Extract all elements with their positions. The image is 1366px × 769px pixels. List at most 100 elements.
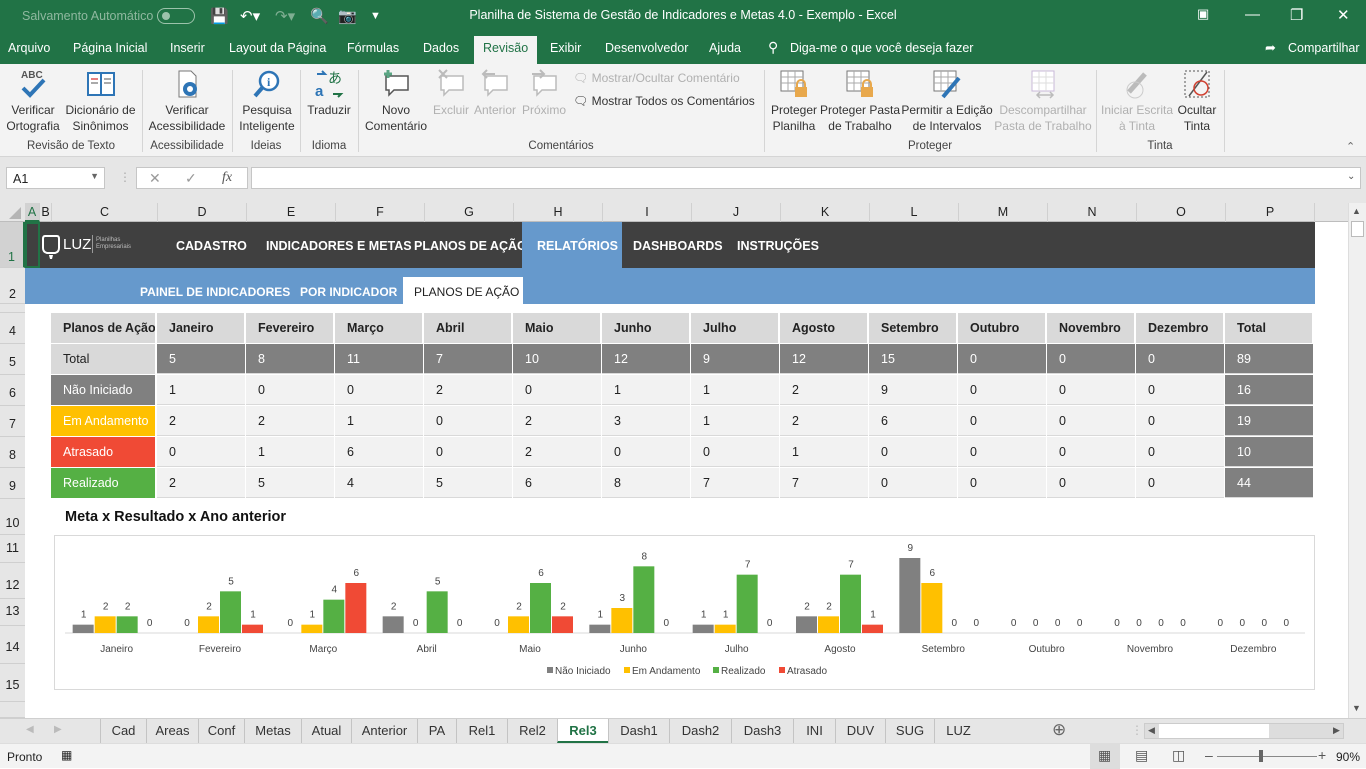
scroll-up-icon[interactable]: ▲ <box>1352 206 1361 216</box>
row-header-7[interactable]: 7 <box>0 406 25 437</box>
expand-formula-bar-icon[interactable]: ⌄ <box>1347 171 1355 182</box>
tab-dados[interactable]: Dados <box>423 41 459 55</box>
row-header-10[interactable]: 10 <box>0 499 25 535</box>
zoom-in-icon[interactable]: + <box>1318 747 1326 763</box>
scroll-right-icon[interactable]: ▶ <box>1333 725 1340 736</box>
spelling-button[interactable]: ABC Verificar Ortografia <box>5 68 61 134</box>
nav-instrucoes[interactable]: INSTRUÇÕES <box>737 239 819 253</box>
col-header-E[interactable]: E <box>247 203 336 222</box>
previous-comment-button[interactable]: Anterior <box>472 68 518 118</box>
nav-planos-acao[interactable]: PLANOS DE AÇÃO <box>414 239 527 253</box>
row-header-13[interactable]: 13 <box>0 599 25 626</box>
col-header-O[interactable]: O <box>1137 203 1226 222</box>
row-header-12[interactable]: 12 <box>0 563 25 599</box>
subnav-planos-acao[interactable]: PLANOS DE AÇÃO <box>414 285 519 299</box>
col-header-J[interactable]: J <box>692 203 781 222</box>
tab-inserir[interactable]: Inserir <box>170 41 205 55</box>
delete-comment-button[interactable]: Excluir <box>432 68 470 118</box>
protect-sheet-button[interactable]: Proteger Planilha <box>768 68 820 134</box>
sheet-tab-conf[interactable]: Conf <box>198 719 244 743</box>
restore-icon[interactable]: ❐ <box>1290 6 1303 24</box>
horizontal-scroll-thumb[interactable] <box>1159 724 1269 738</box>
tab-revisao[interactable]: Revisão <box>474 36 538 64</box>
nav-indicadores-metas[interactable]: INDICADORES E METAS <box>266 239 412 253</box>
nav-dashboards[interactable]: DASHBOARDS <box>633 239 723 253</box>
sheet-tab-duv[interactable]: DUV <box>835 719 885 743</box>
zoom-level[interactable]: 90% <box>1336 750 1360 764</box>
tell-me-search[interactable]: Diga-me o que você deseja fazer <box>790 41 973 55</box>
scroll-left-icon[interactable]: ◀ <box>1148 725 1155 736</box>
tab-ajuda[interactable]: Ajuda <box>709 41 741 55</box>
unshare-workbook-button[interactable]: Descompartilhar Pasta de Trabalho <box>994 68 1092 134</box>
next-sheet-icon[interactable]: ▶ <box>54 724 62 735</box>
macro-recording-icon[interactable]: ▦ <box>61 748 72 762</box>
next-comment-button[interactable]: Próximo <box>520 68 568 118</box>
col-header-C[interactable]: C <box>52 203 158 222</box>
add-sheet-icon[interactable]: ⊕ <box>1052 720 1066 740</box>
name-box-dropdown-icon[interactable]: ▼ <box>90 171 99 181</box>
row-header-4[interactable]: 4 <box>0 313 25 344</box>
normal-view-button[interactable]: ▦ <box>1090 744 1120 769</box>
zoom-out-icon[interactable]: – <box>1205 747 1213 763</box>
sheet-tab-ini[interactable]: INI <box>793 719 835 743</box>
sheet-tab-rel3[interactable]: Rel3 <box>557 719 608 743</box>
col-header-M[interactable]: M <box>959 203 1048 222</box>
hide-ink-button[interactable]: Ocultar Tinta <box>1174 68 1220 134</box>
sheet-tab-luz[interactable]: LUZ <box>934 719 982 743</box>
row-header-11[interactable]: 11 <box>0 535 25 563</box>
protect-workbook-button[interactable]: Proteger Pasta de Trabalho <box>820 68 900 134</box>
row-header-2[interactable]: 2 <box>0 268 25 304</box>
horizontal-scrollbar[interactable]: ◀ ▶ <box>1144 723 1344 739</box>
tab-pagina-inicial[interactable]: Página Inicial <box>73 41 147 55</box>
check-accessibility-button[interactable]: Verificar Acessibilidade <box>146 68 228 134</box>
col-header-P[interactable]: P <box>1226 203 1315 222</box>
prev-sheet-icon[interactable]: ◀ <box>26 724 34 735</box>
subnav-por-indicador[interactable]: POR INDICADOR <box>300 285 397 299</box>
sheet-tab-dash1[interactable]: Dash1 <box>608 719 669 743</box>
name-box[interactable]: A1 ▼ <box>6 167 105 189</box>
nav-cadastro[interactable]: CADASTRO <box>176 239 247 253</box>
sheet-tab-pa[interactable]: PA <box>417 719 456 743</box>
sheet-tab-rel1[interactable]: Rel1 <box>456 719 507 743</box>
sheet-tab-rel2[interactable]: Rel2 <box>507 719 557 743</box>
tab-desenvolvedor[interactable]: Desenvolvedor <box>605 41 688 55</box>
nav-relatorios[interactable]: RELATÓRIOS <box>537 239 618 253</box>
col-header-H[interactable]: H <box>514 203 603 222</box>
sheet-tab-dash2[interactable]: Dash2 <box>669 719 731 743</box>
row-header-8[interactable]: 8 <box>0 437 25 468</box>
sheet-tab-sug[interactable]: SUG <box>885 719 934 743</box>
minimize-icon[interactable]: — <box>1245 6 1260 23</box>
sheet-tab-areas[interactable]: Areas <box>146 719 198 743</box>
row-header-15[interactable]: 15 <box>0 664 25 702</box>
row-header-14[interactable]: 14 <box>0 626 25 664</box>
zoom-slider-thumb[interactable] <box>1259 750 1263 762</box>
row-header-6[interactable]: 6 <box>0 375 25 406</box>
col-header-B[interactable]: B <box>40 203 52 222</box>
ribbon-display-icon[interactable]: ▣ <box>1197 6 1209 22</box>
vertical-scroll-thumb[interactable] <box>1351 221 1364 237</box>
vertical-scrollbar[interactable]: ▲ ▼ <box>1348 203 1366 718</box>
sheet-tab-anterior[interactable]: Anterior <box>351 719 417 743</box>
translate-button[interactable]: aあ Traduzir <box>303 68 355 118</box>
row-header-5[interactable]: 5 <box>0 344 25 375</box>
page-layout-view-icon[interactable]: ▤ <box>1135 747 1148 764</box>
sheet-tab-cad[interactable]: Cad <box>100 719 146 743</box>
close-icon[interactable]: ✕ <box>1337 6 1350 24</box>
formula-input[interactable] <box>251 167 1361 189</box>
smart-lookup-button[interactable]: i Pesquisa Inteligente <box>236 68 298 134</box>
row-header-9[interactable]: 9 <box>0 468 25 499</box>
tab-splitter[interactable]: ⋮ <box>1131 723 1143 737</box>
subnav-painel-indicadores[interactable]: PAINEL DE INDICADORES <box>140 285 290 299</box>
cancel-icon[interactable]: ✕ <box>149 170 161 187</box>
col-header-D[interactable]: D <box>158 203 247 222</box>
row-header-1[interactable]: 1 <box>0 222 25 268</box>
sheet-tab-atual[interactable]: Atual <box>301 719 351 743</box>
col-header-G[interactable]: G <box>425 203 514 222</box>
tab-exibir[interactable]: Exibir <box>550 41 581 55</box>
col-header-L[interactable]: L <box>870 203 959 222</box>
col-header-N[interactable]: N <box>1048 203 1137 222</box>
show-all-comments-button[interactable]: 🗨 Mostrar Todos os Comentários <box>573 94 755 108</box>
select-all-button[interactable] <box>9 207 21 219</box>
allow-edit-ranges-button[interactable]: Permitir a Edição de Intervalos <box>900 68 994 134</box>
show-hide-comment-button[interactable]: 🗨 Mostrar/Ocultar Comentário <box>573 71 740 85</box>
